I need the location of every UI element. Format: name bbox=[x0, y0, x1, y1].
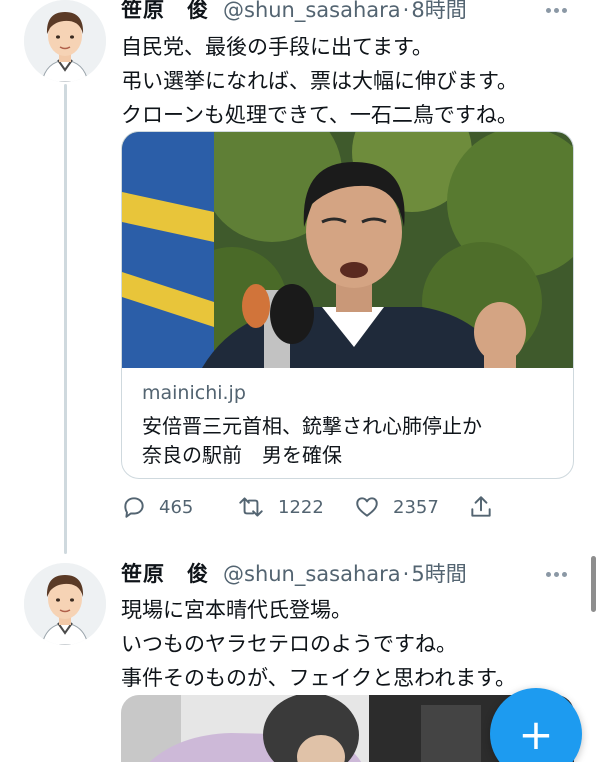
timestamp[interactable]: 8時間 bbox=[411, 0, 466, 24]
like-count: 2357 bbox=[393, 496, 439, 518]
user-handle[interactable]: @shun_sasahara bbox=[223, 560, 401, 588]
tweet-text-line: 自民党、最後の手段に出てます。 bbox=[121, 35, 433, 59]
retweet-icon bbox=[239, 497, 263, 517]
avatar[interactable] bbox=[24, 0, 106, 82]
tweet-text-line: いつものヤラセテロのようですね。 bbox=[121, 632, 457, 656]
tweet-text: 現場に宮本晴代氏登場。 いつものヤラセテロのようですね。 事件そのものが、フェイ… bbox=[121, 593, 516, 695]
display-name[interactable]: 笹原 俊 bbox=[121, 0, 209, 24]
tweet-text-line: 現場に宮本晴代氏登場。 bbox=[121, 598, 352, 622]
plus-icon: + bbox=[518, 709, 554, 759]
tweet-text: 自民党、最後の手段に出てます。 弔い選挙になれば、票は大幅に伸びます。 クローン… bbox=[121, 30, 518, 132]
display-name[interactable]: 笹原 俊 bbox=[121, 560, 209, 588]
like-button[interactable]: 2357 bbox=[353, 494, 439, 520]
reply-button[interactable]: 465 bbox=[121, 494, 193, 520]
separator: · bbox=[402, 0, 410, 22]
card-title-line: 安倍晋三元首相、銃撃され心肺停止か bbox=[142, 414, 482, 438]
share-icon bbox=[471, 496, 491, 517]
reply-icon bbox=[124, 497, 144, 518]
news-photo bbox=[122, 132, 573, 368]
user-handle[interactable]: @shun_sasahara bbox=[223, 0, 401, 24]
more-options-icon[interactable] bbox=[546, 572, 567, 577]
thread-connector-line bbox=[64, 84, 67, 554]
avatar[interactable] bbox=[24, 563, 106, 645]
tweet-actions: 465 1222 2357 bbox=[121, 492, 581, 522]
link-card[interactable]: mainichi.jp 安倍晋三元首相、銃撃され心肺停止か 奈良の駅前 男を確保 bbox=[121, 131, 574, 479]
card-title: 安倍晋三元首相、銃撃され心肺停止か 奈良の駅前 男を確保 bbox=[142, 412, 482, 470]
tweet-text-line: クローンも処理できて、一石二鳥ですね。 bbox=[121, 103, 518, 127]
scrollbar[interactable] bbox=[591, 556, 596, 612]
retweet-count: 1222 bbox=[278, 496, 324, 518]
timestamp[interactable]: 5時間 bbox=[411, 560, 466, 588]
retweet-button[interactable]: 1222 bbox=[236, 494, 324, 520]
tweet-header: 笹原 俊 @shun_sasahara · 8時間 bbox=[121, 0, 467, 24]
card-title-line: 奈良の駅前 男を確保 bbox=[142, 443, 342, 467]
share-button[interactable] bbox=[468, 494, 494, 520]
tweet-text-line: 事件そのものが、フェイクと思われます。 bbox=[121, 666, 517, 690]
tweet-header: 笹原 俊 @shun_sasahara · 5時間 bbox=[121, 560, 467, 588]
more-options-icon[interactable] bbox=[546, 8, 567, 13]
separator: · bbox=[402, 562, 410, 586]
tweet-text-line: 弔い選挙になれば、票は大幅に伸びます。 bbox=[121, 69, 518, 93]
heart-icon bbox=[356, 497, 378, 517]
card-domain: mainichi.jp bbox=[142, 382, 246, 404]
reply-count: 465 bbox=[159, 496, 194, 518]
